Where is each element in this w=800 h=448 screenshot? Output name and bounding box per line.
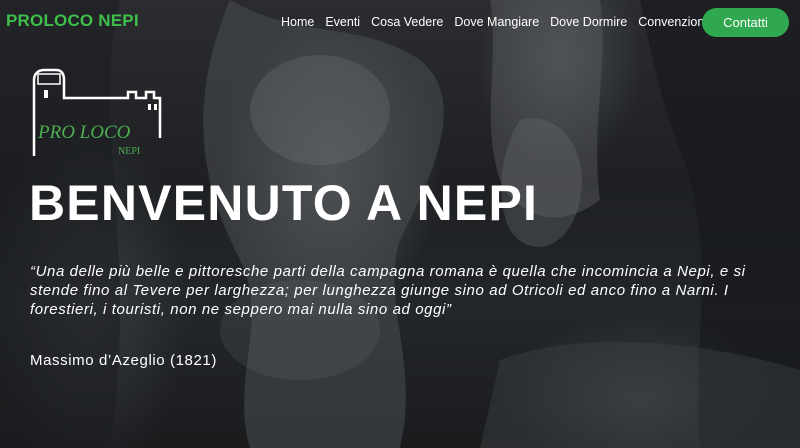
- page-title: BENVENUTO A NEPI: [29, 175, 539, 231]
- nav-link-dove-dormire[interactable]: Dove Dormire: [550, 15, 627, 29]
- contatti-button[interactable]: Contatti: [702, 8, 789, 37]
- hero-section: PROLOCO NEPI Home Eventi Cosa Vedere Dov…: [0, 0, 800, 448]
- nav-link-home[interactable]: Home: [281, 15, 314, 29]
- svg-text:NEPI: NEPI: [118, 146, 140, 157]
- brand-logo-text[interactable]: PROLOCO NEPI: [6, 11, 139, 31]
- nav-link-convenzioni[interactable]: Convenzioni: [638, 15, 707, 29]
- top-navbar: PROLOCO NEPI Home Eventi Cosa Vedere Dov…: [0, 0, 800, 46]
- nav-links: Home Eventi Cosa Vedere Dove Mangiare Do…: [281, 15, 718, 29]
- quote-author: Massimo d’Azeglio (1821): [30, 352, 217, 369]
- nav-link-eventi[interactable]: Eventi: [325, 15, 360, 29]
- proloco-nepi-logo: PRO LOCO NEPI: [32, 68, 162, 157]
- nav-link-dove-mangiare[interactable]: Dove Mangiare: [454, 15, 539, 29]
- nav-link-cosa-vedere[interactable]: Cosa Vedere: [371, 15, 443, 29]
- hero-quote: “Una delle più belle e pittoresche parti…: [30, 263, 746, 318]
- logo-lettering: PRO LOCO: [37, 122, 131, 143]
